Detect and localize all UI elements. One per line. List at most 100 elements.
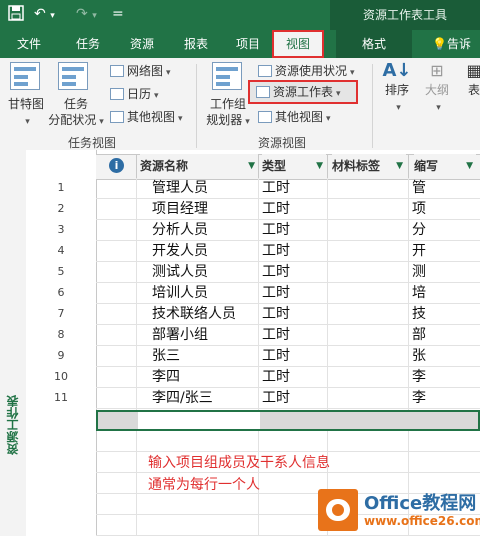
annotation-line2: 通常为每行一个人 xyxy=(148,477,260,493)
group-resource-views-label: 资源视图 xyxy=(258,136,307,150)
tab-task[interactable]: 任务 xyxy=(68,30,108,58)
header-divider xyxy=(136,154,137,178)
resource-initials-cell[interactable]: 李 xyxy=(412,367,426,387)
tab-project[interactable]: 项目 xyxy=(228,30,268,58)
resource-name-cell[interactable]: 部署小组 xyxy=(152,325,208,345)
resource-initials-cell[interactable]: 李 xyxy=(412,388,426,408)
task-usage-button[interactable]: 任务 分配状况 ▾ xyxy=(46,96,106,130)
resource-usage-button[interactable]: 资源使用状况 ▾ xyxy=(258,63,355,81)
task-usage-icon xyxy=(58,62,88,90)
other-views-button[interactable]: 其他视图 ▾ xyxy=(110,109,183,127)
header-divider xyxy=(408,154,409,178)
row-number[interactable]: 6 xyxy=(26,283,96,303)
redo-button[interactable]: ↷ ▾ xyxy=(76,5,97,25)
sort-az-icon: A↓ xyxy=(382,60,412,81)
resource-initials-cell[interactable]: 部 xyxy=(412,325,426,345)
resource-initials-cell[interactable]: 测 xyxy=(412,262,426,282)
resource-initials-cell[interactable]: 技 xyxy=(412,304,426,324)
resource-type-cell[interactable]: 工时 xyxy=(262,346,290,366)
outline-button[interactable]: ⊞ 大纲 ▾ xyxy=(420,60,454,116)
resource-type-cell[interactable]: 工时 xyxy=(262,367,290,387)
row-number[interactable]: 1 xyxy=(26,178,96,198)
resource-name-cell[interactable]: 测试人员 xyxy=(152,262,208,282)
outline-icon: ⊞ xyxy=(430,61,444,80)
resource-name-cell[interactable]: 培训人员 xyxy=(152,283,208,303)
row-number[interactable]: 3 xyxy=(26,220,96,240)
resource-initials-cell[interactable]: 分 xyxy=(412,220,426,240)
resource-type-cell[interactable]: 工时 xyxy=(262,199,290,219)
chevron-down-icon: ▼ xyxy=(316,161,323,171)
resource-name-cell[interactable]: 开发人员 xyxy=(152,241,208,261)
row-number[interactable]: 5 xyxy=(26,262,96,282)
resource-type-cell[interactable]: 工时 xyxy=(262,178,290,198)
column-header-initials[interactable]: 缩写 ▼ xyxy=(414,154,476,178)
resource-type-cell[interactable]: 工时 xyxy=(262,388,290,408)
resource-sheet-button[interactable]: 资源工作表 ▾ xyxy=(256,84,341,102)
empty-row[interactable] xyxy=(96,431,480,452)
save-icon[interactable] xyxy=(8,5,24,26)
resource-type-cell[interactable]: 工时 xyxy=(262,283,290,303)
resource-name-cell[interactable]: 技术联络人员 xyxy=(152,304,236,324)
lightbulb-icon: 💡 xyxy=(432,37,447,51)
undo-button[interactable]: ↶ ▾ xyxy=(34,5,55,25)
chevron-down-icon: ▾ xyxy=(25,117,30,127)
active-cell[interactable] xyxy=(138,412,260,429)
annotation-line1: 输入项目组成员及干系人信息 xyxy=(148,455,330,471)
tab-format[interactable]: 格式 xyxy=(336,30,412,58)
calendar-icon xyxy=(110,88,124,100)
team-planner-button[interactable]: 工作组 规划器 ▾ xyxy=(202,96,254,130)
watermark-brand: Office教程网 xyxy=(364,493,477,514)
table-icon: ▦ xyxy=(466,61,480,80)
resource-initials-cell[interactable]: 开 xyxy=(412,241,426,261)
calendar-button[interactable]: 日历 ▾ xyxy=(110,86,159,104)
resource-type-cell[interactable]: 工时 xyxy=(262,220,290,240)
row-number[interactable]: 7 xyxy=(26,304,96,324)
new-row-selected[interactable] xyxy=(96,410,480,431)
resource-name-cell[interactable]: 李四 xyxy=(152,367,180,387)
resource-type-cell[interactable]: 工时 xyxy=(262,304,290,324)
chevron-down-icon: ▼ xyxy=(248,161,255,171)
context-tool-title: 资源工作表工具 xyxy=(330,0,480,30)
customize-quick-access-button[interactable]: = xyxy=(112,5,124,23)
gantt-chart-button[interactable]: 甘特图 ▾ xyxy=(4,96,48,130)
resource-name-cell[interactable]: 项目经理 xyxy=(152,199,208,219)
resource-name-cell[interactable]: 李四/张三 xyxy=(152,388,213,408)
gantt-chart-icon xyxy=(10,62,40,90)
resource-name-cell[interactable]: 分析人员 xyxy=(152,220,208,240)
sort-button[interactable]: A↓ 排序 ▾ xyxy=(380,60,414,116)
other-views-icon xyxy=(258,111,272,123)
row-number[interactable]: 10 xyxy=(26,367,96,387)
resource-name-cell[interactable]: 张三 xyxy=(152,346,180,366)
info-icon: i xyxy=(109,158,124,173)
column-header-name[interactable]: 资源名称 ▼ xyxy=(140,154,258,178)
network-diagram-button[interactable]: 网络图 ▾ xyxy=(110,63,171,81)
other-views-resource-button[interactable]: 其他视图 ▾ xyxy=(258,109,331,127)
resource-type-cell[interactable]: 工时 xyxy=(262,241,290,261)
resource-type-cell[interactable]: 工时 xyxy=(262,325,290,345)
resource-usage-icon xyxy=(258,65,272,77)
row-number[interactable]: 11 xyxy=(26,388,96,408)
column-header-type[interactable]: 类型 ▼ xyxy=(262,154,326,178)
undo-icon: ↶ xyxy=(34,6,46,22)
row-number[interactable]: 4 xyxy=(26,241,96,261)
row-number[interactable]: 9 xyxy=(26,346,96,366)
tab-view[interactable]: 视图 xyxy=(272,30,324,58)
row-number[interactable]: 8 xyxy=(26,325,96,345)
network-diagram-icon xyxy=(110,65,124,77)
resource-type-cell[interactable]: 工时 xyxy=(262,262,290,282)
tell-me-search[interactable]: 💡告诉 xyxy=(432,30,480,58)
resource-initials-cell[interactable]: 张 xyxy=(412,346,426,366)
tab-resource[interactable]: 资源 xyxy=(122,30,162,58)
resource-initials-cell[interactable]: 培 xyxy=(412,283,426,303)
tables-button[interactable]: ▦ 表 xyxy=(464,60,480,98)
resource-name-cell[interactable]: 管理人员 xyxy=(152,178,208,198)
tab-report[interactable]: 报表 xyxy=(176,30,216,58)
column-header-material[interactable]: 材料标签 ▼ xyxy=(332,154,406,178)
resource-initials-cell[interactable]: 项 xyxy=(412,199,426,219)
row-number[interactable]: 2 xyxy=(26,199,96,219)
resource-initials-cell[interactable]: 管 xyxy=(412,178,426,198)
chevron-down-icon: ▼ xyxy=(466,161,473,171)
tab-file[interactable]: 文件 xyxy=(6,30,52,58)
ribbon-divider xyxy=(372,64,373,148)
resource-sheet-icon xyxy=(256,86,270,98)
